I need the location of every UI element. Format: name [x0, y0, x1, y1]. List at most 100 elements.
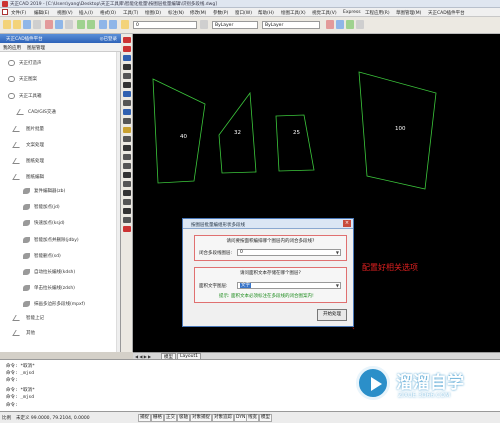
menu-engineering[interactable]: 工程应用(R) [365, 10, 390, 16]
block-tool-icon[interactable] [123, 127, 131, 133]
login-status[interactable]: ◎已登录 [100, 36, 117, 42]
dots-tool-icon[interactable] [123, 190, 131, 196]
polygon-40[interactable] [152, 78, 206, 184]
panel-item-1[interactable]: 天正打造声 [0, 57, 121, 69]
menu-draw-tools[interactable]: 绘图工具(X) [281, 10, 306, 16]
panel-item-15[interactable]: 单击拉长编线(zdsh) [0, 282, 121, 294]
panel-item-5[interactable]: 图片批量 [0, 123, 121, 135]
panel-tabs: 我的应用 图层管理 [0, 43, 121, 52]
linetype-select[interactable]: ByLayer [262, 21, 320, 29]
menu-format[interactable]: 格式(O) [100, 10, 116, 16]
start-button[interactable]: 开始处理 [317, 309, 347, 321]
panel-item-11[interactable]: 快速加点(ksjd) [0, 217, 121, 229]
spline-tool-icon[interactable] [123, 109, 131, 115]
open-folder-icon[interactable] [13, 20, 21, 29]
menu-visual-tools[interactable]: 视觉工具(V) [312, 10, 337, 16]
undo-icon[interactable] [77, 20, 85, 29]
panel-item-16[interactable]: 抹画多边形多段线(mpxf) [0, 298, 121, 310]
menu-window[interactable]: 窗口(W) [235, 10, 252, 16]
menu-tools[interactable]: 工具(T) [123, 10, 138, 16]
panel-item-6[interactable]: 文案处理 [0, 139, 121, 151]
tab-my-apps[interactable]: 我的应用 [3, 45, 21, 51]
command-prompt[interactable]: 命令: [6, 402, 18, 408]
text-tool-icon[interactable] [123, 226, 131, 232]
toggle-polar[interactable]: 极轴 [177, 414, 190, 422]
panel-item-3[interactable]: 天正工具箱 [0, 90, 121, 102]
menu-plugin-platform[interactable]: 天正CAD插件平台 [428, 10, 465, 16]
layer-manager-icon[interactable] [121, 20, 129, 29]
zoom-icon[interactable] [109, 20, 117, 29]
layer-select[interactable]: 0 [133, 21, 197, 29]
status-scale[interactable]: 比例 [2, 415, 11, 421]
toggle-ortho[interactable]: 正交 [164, 414, 177, 422]
panel-item-13[interactable]: 智能删点(sd) [0, 250, 121, 262]
document-icon[interactable] [2, 9, 8, 15]
paste-icon[interactable] [65, 20, 73, 29]
toggle-snap[interactable]: 捕捉 [138, 414, 151, 422]
polygon-25[interactable] [275, 114, 315, 172]
menu-insert[interactable]: 插入(I) [79, 10, 93, 16]
construction-line-icon[interactable] [123, 46, 131, 52]
polyline-tool-icon[interactable] [123, 55, 131, 61]
toggle-model[interactable]: 模型 [259, 414, 272, 422]
toggle-osnap[interactable]: 对象捕捉 [190, 414, 212, 422]
dim-style-icon[interactable] [336, 20, 344, 29]
panel-item-12[interactable]: 智能加点并删除(jdby) [0, 234, 121, 246]
hatch-tool-icon[interactable] [123, 145, 131, 151]
point-tool-icon[interactable] [123, 136, 131, 142]
panel-item-17[interactable]: 智能上记 [0, 312, 121, 324]
layer-previous-icon[interactable] [200, 20, 208, 29]
ellipse-tool-icon[interactable] [123, 118, 131, 124]
panel-item-9[interactable]: 复件编辑器(zb) [0, 185, 121, 197]
menu-help[interactable]: 帮助(H) [258, 10, 274, 16]
panel-item-18[interactable]: 其他 [0, 327, 121, 339]
mtext-tool-icon[interactable] [123, 181, 131, 187]
polyline-layer-select[interactable]: 0 ▼ [237, 249, 341, 256]
text-style-icon[interactable] [326, 20, 334, 29]
new-file-icon[interactable] [3, 20, 11, 29]
save-icon[interactable] [23, 20, 31, 29]
arc-tool-icon[interactable] [123, 82, 131, 88]
menu-edit[interactable]: 编辑(E) [34, 10, 49, 16]
panel-item-7[interactable]: 图纸处理 [0, 155, 121, 167]
gradient-tool-icon[interactable] [123, 154, 131, 160]
text-layer-select[interactable]: 文字 ▼ [237, 282, 341, 289]
menu-params[interactable]: 参数(P) [213, 10, 228, 16]
table-style-icon[interactable] [346, 20, 354, 29]
panel-item-2[interactable]: 天正图案 [0, 73, 121, 85]
color-select[interactable]: ByLayer [212, 21, 258, 29]
tab-layer-manager[interactable]: 图层管理 [27, 45, 45, 51]
toggle-lineweight[interactable]: 线宽 [246, 414, 259, 422]
scale-tool-icon[interactable] [123, 217, 131, 223]
panel-item-14[interactable]: 自动拉长编线(kdsh) [0, 266, 121, 278]
menu-draw[interactable]: 绘图(D) [145, 10, 161, 16]
move-tool-icon[interactable] [123, 199, 131, 205]
rectangle-tool-icon[interactable] [123, 73, 131, 79]
panel-item-8[interactable]: 图纸编辑 [0, 171, 121, 183]
print-icon[interactable] [33, 20, 41, 29]
menu-dimension[interactable]: 标注(N) [168, 10, 184, 16]
menu-modify[interactable]: 修改(M) [190, 10, 206, 16]
line-tool-icon[interactable] [123, 37, 131, 43]
redo-icon[interactable] [87, 20, 95, 29]
properties-icon[interactable] [356, 20, 364, 29]
copy-icon[interactable] [55, 20, 63, 29]
cut-icon[interactable] [45, 20, 53, 29]
close-icon[interactable]: × [343, 220, 351, 227]
toggle-grid[interactable]: 栅格 [151, 414, 164, 422]
toggle-otrack[interactable]: 对象追踪 [212, 414, 234, 422]
panel-scrollbar[interactable] [116, 52, 120, 352]
panel-item-4[interactable]: CAD/GIS交通 [0, 106, 121, 118]
cloud-tool-icon[interactable] [123, 100, 131, 106]
menu-view[interactable]: 视图(V) [57, 10, 73, 16]
menu-express[interactable]: Express [343, 10, 361, 15]
rotate-tool-icon[interactable] [123, 208, 131, 214]
circle-tool-icon[interactable] [123, 91, 131, 97]
polygon-tool-icon[interactable] [123, 64, 131, 70]
menu-sketch[interactable]: 草图管理(M) [396, 10, 421, 16]
pan-icon[interactable] [99, 20, 107, 29]
region-tool-icon[interactable] [123, 163, 131, 169]
menu-file[interactable]: 文件(F) [11, 10, 26, 16]
table-tool-icon[interactable] [123, 172, 131, 178]
panel-item-10[interactable]: 智能加点(jd) [0, 201, 121, 213]
